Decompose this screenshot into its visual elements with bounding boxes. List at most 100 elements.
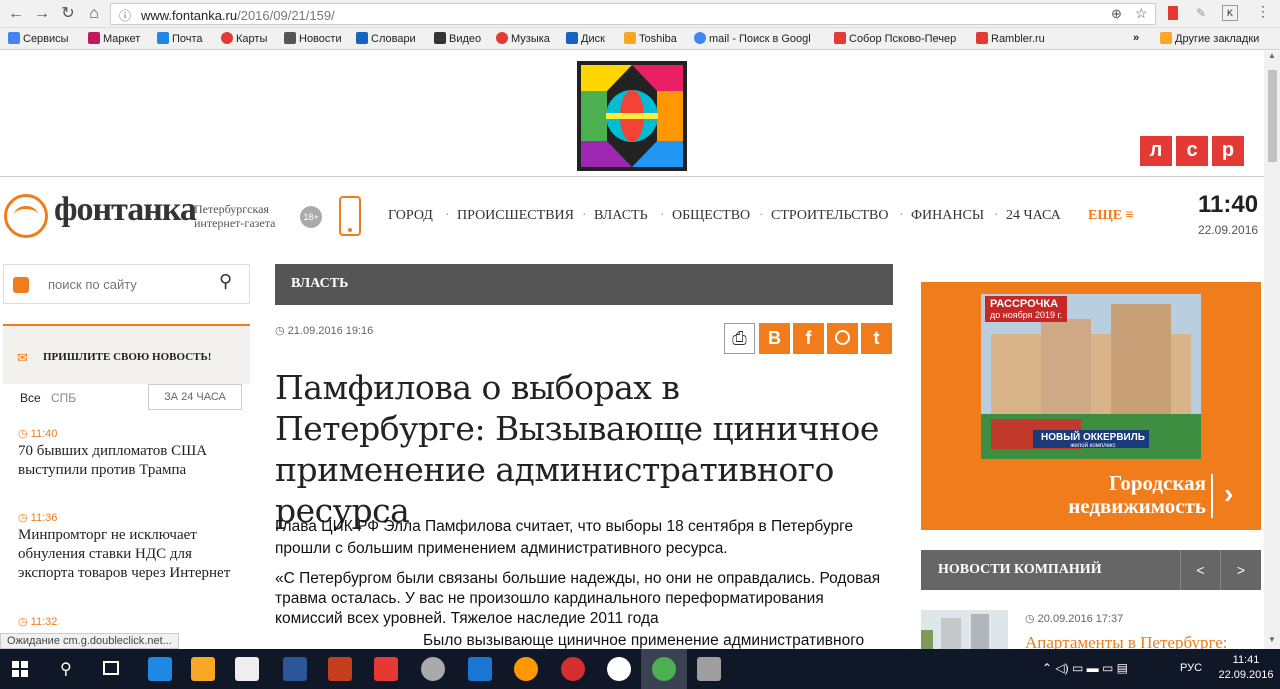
bookmark-item[interactable]: Диск [566,32,605,45]
scrollbar-thumb[interactable] [1268,70,1277,162]
nav-stroitelstvo[interactable]: СТРОИТЕЛЬСТВО [771,208,889,224]
store-icon[interactable] [235,657,259,681]
bookmarks-bar: Сервисы Маркет Почта Карты Новости Слова… [0,28,1280,50]
bookmark-item[interactable]: Почта [157,32,203,45]
company-news-link[interactable]: Апартаменты в Петербурге: [1025,633,1227,649]
address-bar[interactable]: ⓘ www.fontanka.ru/2016/09/21/159/ ⊕ ☆ [110,3,1156,25]
file-explorer-icon[interactable] [191,657,215,681]
bookmark-item[interactable]: Rambler.ru [976,32,1045,45]
folder-icon [1160,32,1172,44]
section-title[interactable]: ВЛАСТЬ [291,276,348,292]
forward-icon[interactable]: → [32,4,52,24]
print-icon[interactable]: ⎙ [724,323,755,354]
mail-app-icon[interactable] [468,657,492,681]
share-facebook-icon[interactable]: f [793,323,824,354]
nav-gorod[interactable]: ГОРОД [388,208,433,224]
bookmark-item[interactable]: Музыка [496,32,550,45]
bookmark-item[interactable]: Маркет [88,32,140,45]
control-panel-icon[interactable] [697,657,721,681]
nav-finansy[interactable]: ФИНАНСЫ [911,208,984,224]
share-odnoklassniki-icon[interactable] [827,323,858,354]
ad-badge: РАССРОЧКА до ноября 2019 г. [985,296,1068,322]
lsr-letter: л [1140,136,1172,166]
scroll-down-icon[interactable]: ▼ [1268,635,1276,644]
ad-cta-text: Городская недвижимость [1068,471,1206,518]
bookmark-item[interactable]: Карты [221,32,267,45]
extension-k-icon[interactable]: K [1222,5,1238,21]
zoom-icon[interactable]: ⊕ [1111,6,1122,22]
input-language[interactable]: РУС [1180,662,1202,674]
next-button[interactable]: > [1220,550,1261,590]
bookmarks-more-button[interactable]: » [1133,32,1139,44]
search-input[interactable] [48,273,208,295]
share-vk-icon[interactable]: B [759,323,790,354]
lsr-logo[interactable]: л с р [1140,136,1244,166]
url-host: www.fontanka.ru [141,8,238,23]
taskbar-clock[interactable]: 11:41 22.09.2016 [1218,653,1274,683]
game-icon[interactable] [514,657,538,681]
extension-icon[interactable]: ✎ [1196,6,1206,20]
bookmark-item[interactable]: Видео [434,32,481,45]
bookmark-item[interactable]: Toshiba [624,32,677,45]
task-view-icon[interactable] [103,661,119,675]
send-news-block[interactable]: ✉ ПРИШЛИТЕ СВОЮ НОВОСТЬ! [3,324,250,384]
nav-vlast[interactable]: ВЛАСТЬ [594,208,648,224]
nav-more-button[interactable]: ЕЩЕ ≡ [1088,208,1134,224]
bookmark-item[interactable]: mail - Поиск в Googl [694,32,811,45]
yandex-icon[interactable] [374,657,398,681]
search-icon[interactable]: ⚲ [219,271,232,292]
reload-icon[interactable]: ↻ [58,4,78,24]
news-item-link[interactable]: 70 бывших дипломатов США выступили проти… [18,442,238,480]
ad-sign: НОВЫЙ ОККЕРВИЛЬ жилой комплекс [1041,432,1145,449]
banner-logo-image[interactable] [577,61,687,171]
media-player-icon[interactable] [328,657,352,681]
info-icon[interactable]: ⓘ [119,7,131,24]
share-twitter-icon[interactable]: t [861,323,892,354]
other-bookmarks[interactable]: Другие закладки [1160,32,1259,45]
send-news-link[interactable]: ПРИШЛИТЕ СВОЮ НОВОСТЬ! [43,351,211,363]
company-news-title[interactable]: НОВОСТИ КОМПАНИЙ [938,562,1102,578]
bookmark-item[interactable]: Собор Псково-Печер [834,32,956,45]
period-24h-button[interactable]: ЗА 24 ЧАСА [148,384,242,410]
news-time: ◷ 11:36 [18,512,58,524]
bookmark-item[interactable]: Словари [356,32,416,45]
menu-icon[interactable]: ⋮ [1256,3,1270,20]
company-news-thumbnail[interactable] [921,610,1008,649]
prev-button[interactable]: < [1180,550,1220,590]
word-icon[interactable] [283,657,307,681]
hamburger-icon: ≡ [1125,208,1134,223]
nav-obshchestvo[interactable]: ОБЩЕСТВО [672,208,750,224]
site-logo-text[interactable]: фонтанка [54,191,197,229]
yandex-icon [834,32,846,44]
active-task[interactable] [641,649,687,689]
age-badge: 18+ [300,206,322,228]
news-item-link[interactable]: Минпромторг не исключает обнуления ставк… [18,526,238,583]
mobile-icon[interactable] [339,196,361,236]
fontanka-logo-icon[interactable] [4,194,48,238]
edge-icon[interactable] [148,657,172,681]
nav-24-chasa[interactable]: 24 ЧАСА [1006,208,1061,224]
news-time: ◷ 11:32 [18,616,58,628]
windows-start-icon[interactable] [12,661,28,677]
tab-spb[interactable]: СПБ [51,391,76,405]
search-icon[interactable]: ⚲ [60,659,72,679]
scroll-up-icon[interactable]: ▲ [1268,51,1276,60]
nav-proisshestviya[interactable]: ПРОИСШЕСТВИЯ [457,208,574,224]
extension-flag-icon[interactable] [1168,6,1178,20]
top-banner[interactable]: л с р [0,51,1264,177]
bookmark-item[interactable]: Новости [284,32,342,45]
yandex-browser-icon[interactable] [607,657,631,681]
star-icon[interactable]: ☆ [1135,5,1148,22]
dictionary-icon [356,32,368,44]
browser-toolbar: ← → ↻ ⌂ ⓘ www.fontanka.ru/2016/09/21/159… [0,0,1280,28]
map-pin-icon [221,32,233,44]
home-icon[interactable]: ⌂ [84,4,104,24]
app-icon[interactable] [421,657,445,681]
tab-all[interactable]: Все [20,391,41,405]
real-estate-ad[interactable]: РАССРОЧКА до ноября 2019 г. НОВЫЙ ОККЕРВ… [921,282,1261,530]
tray-icons[interactable]: ⌃ ◁) ▭ ▬ ▭ ▤ [1042,661,1128,675]
chevron-right-icon: › [1224,478,1234,509]
opera-icon[interactable] [561,657,585,681]
back-icon[interactable]: ← [6,4,26,24]
bookmark-item[interactable]: Сервисы [8,32,69,45]
